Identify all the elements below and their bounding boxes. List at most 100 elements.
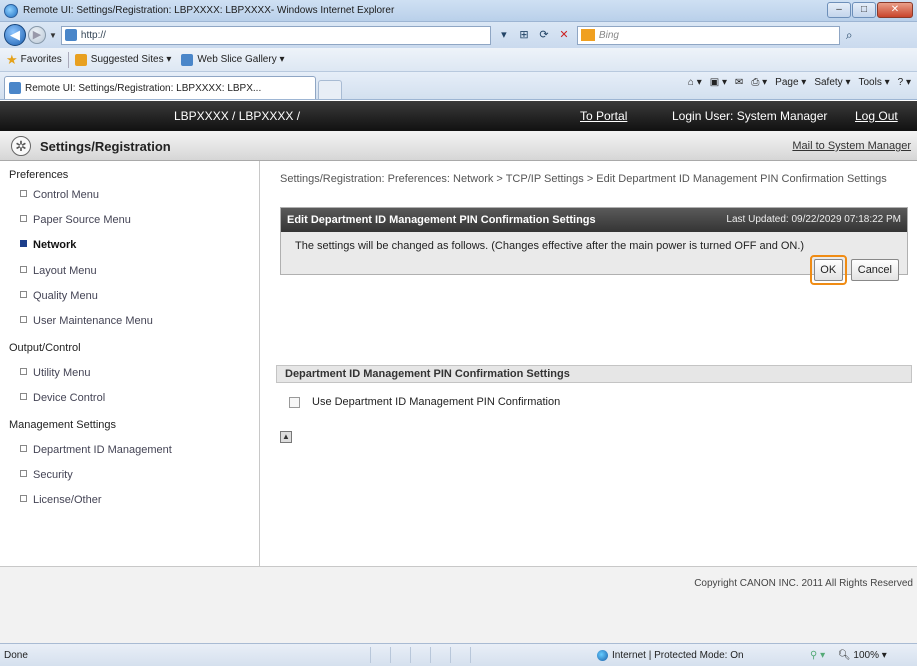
dropdown-arrow-icon[interactable]: ▾ [495,26,513,44]
device-name: LBPXXXX / LBPXXXX / [174,109,301,123]
sidebar-item-security[interactable]: Security [20,469,73,481]
bullet-icon [20,495,27,502]
status-cell [430,647,450,663]
stop-icon[interactable]: ✕ [555,26,573,44]
print-icon[interactable]: ⎙ ▾ [751,77,767,88]
feeds-icon[interactable]: ▣ ▾ [710,77,727,88]
sidebar-item-license-other[interactable]: License/Other [20,494,101,506]
confirm-panel-title: Edit Department ID Management PIN Confir… [287,214,596,226]
search-icon[interactable]: ⌕ [846,28,853,43]
favorites-star-icon[interactable]: ★ [6,52,18,68]
sidebar-section-output-control: Output/Control [9,342,81,354]
back-to-top-icon[interactable]: ▲ [280,431,292,443]
ok-button[interactable]: OK [813,259,843,281]
settings-section-header: Department ID Management PIN Confirmatio… [276,365,912,383]
zoom-level: 100% [853,650,879,661]
mail-to-system-manager-link[interactable]: Mail to System Manager [792,140,911,152]
sidebar-item-department-id-management[interactable]: Department ID Management [20,444,172,456]
sidebar-menu: Preferences Control Menu Paper Source Me… [0,161,260,567]
confirm-panel-header: Edit Department ID Management PIN Confir… [281,208,907,232]
sidebar-item-layout-menu[interactable]: Layout Menu [20,265,97,277]
status-text: Done [4,650,28,661]
address-row: ◀ ▶ ▼ http:// ▾ ⊞ ⟳ ✕ Bing ⌕ [0,22,917,48]
sidebar-item-label: Network [33,239,77,251]
sidebar-item-label: Control Menu [33,189,100,201]
help-menu[interactable]: ? ▾ [898,77,911,88]
cancel-button[interactable]: Cancel [850,259,899,281]
log-out-link[interactable]: Log Out [855,109,898,123]
page-icon [64,29,77,41]
command-bar: ⌂ ▾ ▣ ▾ ✉ ⎙ ▾ Page ▾ Safety ▾ Tools ▾ ? … [680,77,911,88]
bullet-icon [20,240,27,247]
confirm-message: The settings will be changed as follows.… [295,240,805,252]
address-text[interactable]: http:// [81,30,106,41]
sidebar-item-network[interactable]: Network [20,239,76,251]
zoom-control[interactable]: ⚲ ▾ 🔍︎ 100% ▾ [810,650,887,661]
minimize-button[interactable]: – [827,2,851,18]
sidebar-item-control-menu[interactable]: Control Menu [20,189,99,201]
zoom-dropdown-icon[interactable]: ▾ [882,650,887,661]
back-button[interactable]: ◀ [4,24,26,46]
bullet-icon [20,215,27,222]
sidebar-item-label: License/Other [33,494,102,506]
to-portal-link[interactable]: To Portal [580,109,627,123]
close-button[interactable]: ✕ [877,2,913,18]
mail-icon[interactable]: ✉ [735,77,743,88]
tools-menu[interactable]: Tools ▾ [858,77,889,88]
sidebar-section-preferences: Preferences [9,169,69,181]
bullet-icon [20,291,27,298]
status-cell [390,647,410,663]
search-box[interactable]: Bing [576,25,840,45]
sidebar-item-user-maintenance-menu[interactable]: User Maintenance Menu [20,315,153,327]
browser-statusbar: Done Internet | Protected Mode: On ⚲ ▾ 🔍… [0,643,917,666]
maximize-button[interactable]: □ [852,2,876,18]
status-cell [370,647,390,663]
security-zone[interactable]: Internet | Protected Mode: On [597,650,744,661]
sidebar-item-quality-menu[interactable]: Quality Menu [20,290,98,302]
sidebar-item-label: User Maintenance Menu [33,315,153,327]
address-bar[interactable]: http:// [60,25,491,45]
safety-menu[interactable]: Safety ▾ [814,77,850,88]
browser-tab-active[interactable]: Remote UI: Settings/Registration: LBPXXX… [4,76,316,99]
zoom-settings-icon[interactable]: ⚲ ▾ [810,650,825,661]
sidebar-item-device-control[interactable]: Device Control [20,392,105,404]
sidebar-item-label: Quality Menu [33,290,98,302]
status-cell [450,647,470,663]
confirm-buttons: OK Cancel [809,255,899,285]
sidebar-item-label: Device Control [33,392,106,404]
forward-button[interactable]: ▶ [28,26,46,44]
status-cell [410,647,430,663]
favorites-bar: ★ Favorites Suggested Sites ▾ Web Slice … [0,48,917,72]
bullet-icon [20,445,27,452]
security-zone-text: Internet | Protected Mode: On [612,650,744,661]
home-icon[interactable]: ⌂ ▾ [688,77,702,88]
pin-confirmation-checkbox[interactable] [289,396,300,408]
sidebar-item-paper-source-menu[interactable]: Paper Source Menu [20,214,131,226]
refresh-icon[interactable]: ⟳ [535,26,553,44]
bullet-icon [20,190,27,197]
new-tab-button[interactable] [318,80,342,99]
compat-view-icon[interactable]: ⊞ [515,26,533,44]
suggested-sites-icon [74,53,87,66]
favorites-item-webslice[interactable]: Web Slice Gallery ▾ [181,53,285,66]
sidebar-item-utility-menu[interactable]: Utility Menu [20,367,90,379]
sidebar-item-label: Paper Source Menu [33,214,131,226]
tab-strip: Remote UI: Settings/Registration: LBPXXX… [0,72,917,100]
globe-icon [597,650,608,661]
confirm-panel: Edit Department ID Management PIN Confir… [280,207,908,285]
history-dropdown-icon[interactable]: ▼ [49,31,57,40]
page-menu[interactable]: Page ▾ [775,77,806,88]
last-updated-text: Last Updated: 09/22/2029 07:18:22 PM [726,214,901,225]
favorites-button[interactable]: Favorites [21,54,62,65]
pin-confirmation-row: Use Department ID Management PIN Confirm… [289,396,560,408]
favorites-item-suggested[interactable]: Suggested Sites ▾ [74,53,171,66]
sidebar-item-label: Layout Menu [33,265,97,277]
sidebar-item-label: Security [33,469,73,481]
status-cell [470,647,490,663]
settings-gear-icon: ✲ [11,136,31,156]
copyright-text: Copyright CANON INC. 2011 All Rights Res… [694,578,913,589]
ie-logo-icon [4,3,18,18]
sidebar-item-label: Department ID Management [33,444,172,456]
bullet-icon [20,470,27,477]
window-titlebar: Remote UI: Settings/Registration: LBPXXX… [0,0,917,22]
